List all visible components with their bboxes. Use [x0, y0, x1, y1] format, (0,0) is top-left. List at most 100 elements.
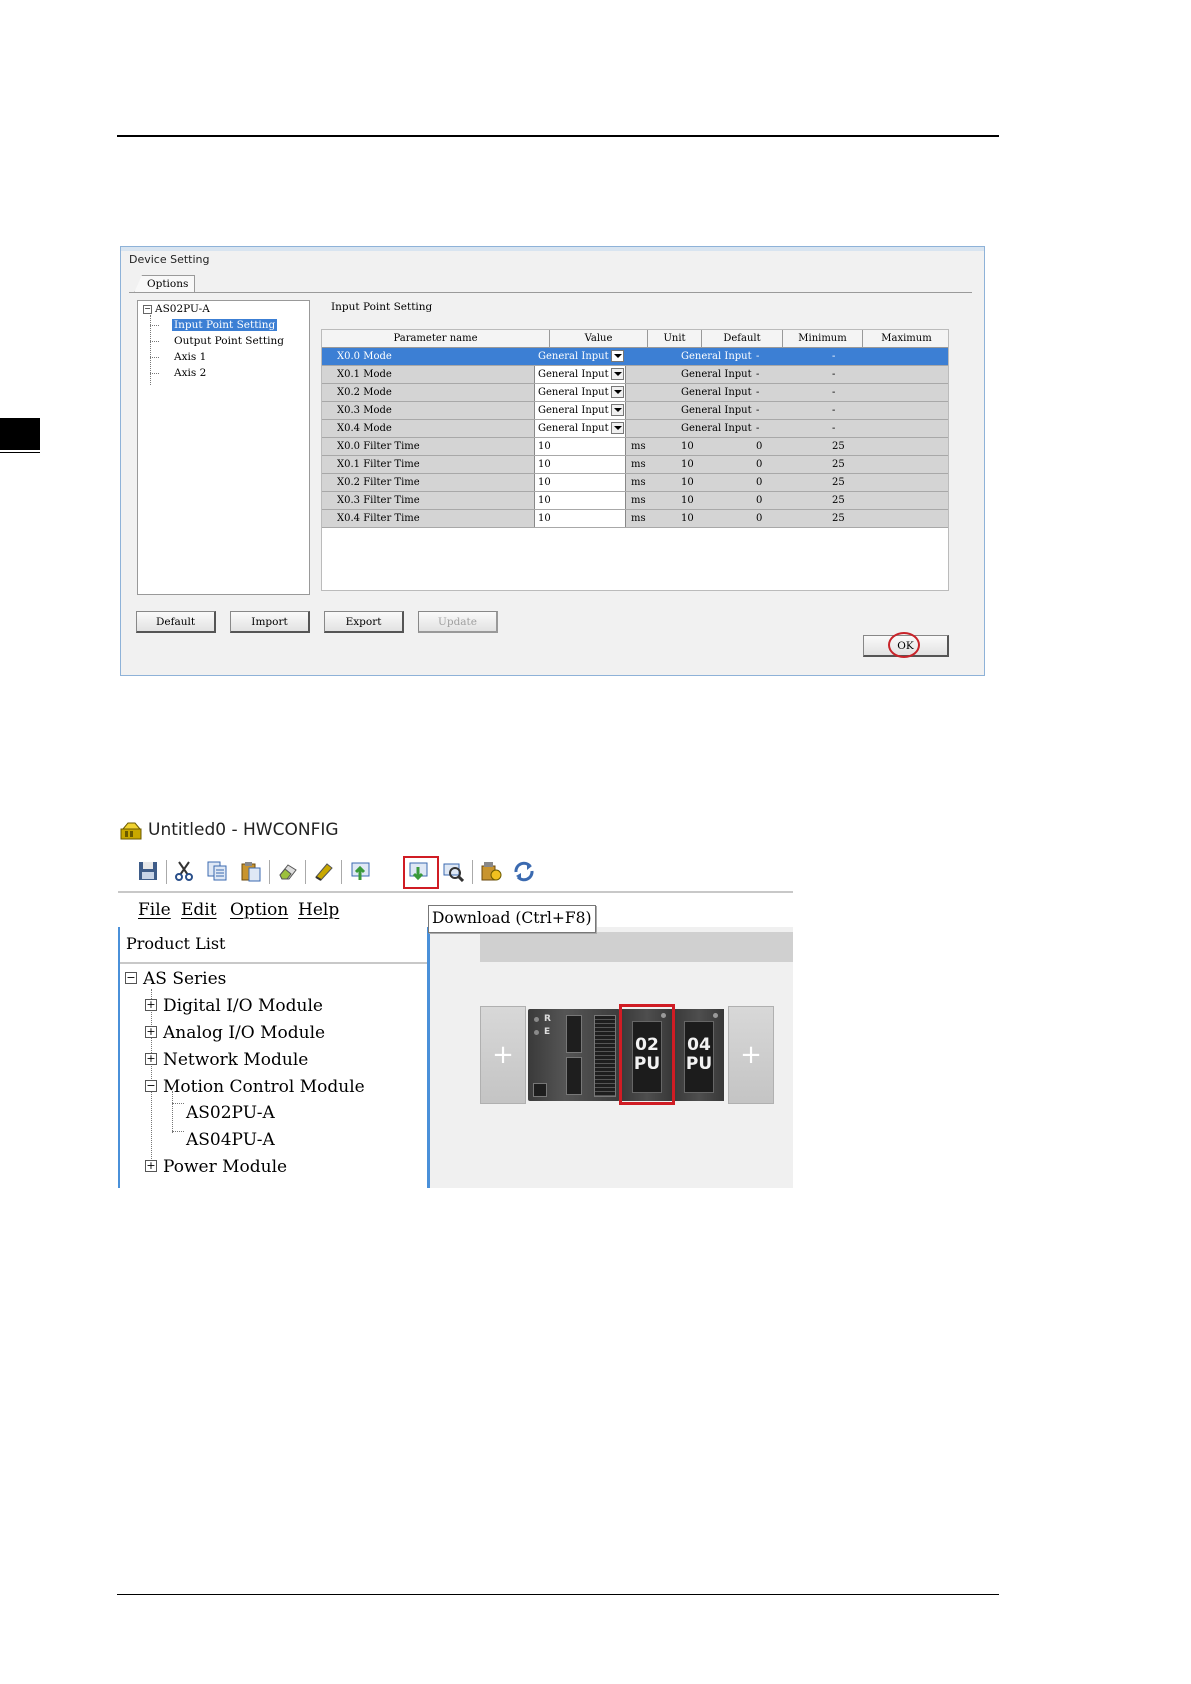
tree-item-axis-1[interactable]: Axis 1	[174, 350, 206, 364]
table-row[interactable]: X0.2 Filter Time 10 ms 10 0 25	[322, 474, 948, 492]
menu-help[interactable]: Help	[298, 900, 339, 920]
table-row[interactable]: X0.0 Mode General Input General Input - -	[322, 348, 948, 366]
tree-item-input-point-setting[interactable]: Input Point Setting	[172, 318, 278, 332]
export-button[interactable]: Export	[324, 611, 404, 633]
tab-options[interactable]: Options	[134, 275, 196, 293]
unit-cell	[628, 384, 682, 401]
table-row[interactable]: X0.1 Filter Time 10 ms 10 0 25	[322, 456, 948, 474]
eraser-icon[interactable]	[275, 858, 301, 884]
table-row[interactable]: X0.3 Mode General Input General Input - -	[322, 402, 948, 420]
minimum-cell: 0	[756, 441, 763, 452]
table-row[interactable]: X0.0 Filter Time 10 ms 10 0 25	[322, 438, 948, 456]
collapse-icon[interactable]: −	[145, 1080, 157, 1092]
default-cell: 10	[681, 477, 694, 488]
unit-cell: ms	[631, 495, 646, 506]
default-cell: General Input	[681, 369, 752, 380]
table-row[interactable]: X0.3 Filter Time 10 ms 10 0 25	[322, 492, 948, 510]
import-button[interactable]: Import	[230, 611, 310, 633]
scan-icon[interactable]	[440, 858, 466, 884]
tree-connector	[172, 1091, 173, 1133]
table-row[interactable]: X0.4 Mode General Input General Input - -	[322, 420, 948, 438]
value-cell[interactable]: General Input	[534, 366, 626, 383]
cut-icon[interactable]	[171, 858, 197, 884]
toolbar	[118, 852, 793, 888]
collapse-icon[interactable]: −	[125, 972, 137, 984]
maximum-cell: 25	[832, 441, 845, 452]
sync-icon[interactable]	[511, 858, 537, 884]
unit-cell: ms	[631, 477, 646, 488]
unit-cell	[628, 366, 682, 383]
copy-icon[interactable]	[204, 858, 230, 884]
expand-icon[interactable]: +	[145, 999, 157, 1011]
value-cell[interactable]: 10	[534, 474, 626, 491]
minimum-cell: 0	[756, 513, 763, 524]
tree-item-output-point-setting[interactable]: Output Point Setting	[174, 334, 284, 348]
paste-icon[interactable]	[238, 858, 264, 884]
value-cell[interactable]: 10	[534, 456, 626, 473]
value-cell[interactable]: General Input	[534, 348, 626, 365]
value-cell[interactable]: 10	[534, 510, 626, 527]
value-cell[interactable]: General Input	[534, 420, 626, 437]
expand-icon[interactable]: +	[145, 1053, 157, 1065]
tab-divider	[129, 292, 972, 293]
tree-item-as04pu-a[interactable]: AS04PU-A	[186, 1130, 275, 1150]
add-slot-right[interactable]: +	[728, 1006, 774, 1104]
default-cell: 10	[681, 513, 694, 524]
value-cell[interactable]: General Input	[534, 402, 626, 419]
footer-rule	[117, 1594, 999, 1595]
menu-option[interactable]: Option	[230, 900, 288, 920]
menu-file[interactable]: File	[138, 900, 171, 920]
default-cell: General Input	[681, 405, 752, 416]
default-button[interactable]: Default	[136, 611, 216, 633]
expand-icon[interactable]: +	[145, 1026, 157, 1038]
tree-item-axis-2[interactable]: Axis 2	[174, 366, 206, 380]
table-row[interactable]: X0.1 Mode General Input General Input - -	[322, 366, 948, 384]
dropdown-arrow-icon[interactable]	[611, 422, 624, 434]
cpu-label-r: R	[544, 1014, 551, 1024]
column-header-unit[interactable]: Unit	[648, 330, 702, 347]
header-rule	[117, 135, 999, 137]
status-led	[534, 1017, 539, 1022]
column-header-default[interactable]: Default	[702, 330, 783, 347]
table-row[interactable]: X0.2 Mode General Input General Input - -	[322, 384, 948, 402]
tree-item-network-module[interactable]: + Network Module	[145, 1050, 308, 1070]
dropdown-arrow-icon[interactable]	[611, 368, 624, 380]
hwconfig-app-icon	[120, 822, 142, 840]
tree-root-item[interactable]: − AS02PU-A	[143, 302, 210, 316]
column-header-parameter-name[interactable]: Parameter name	[322, 330, 550, 347]
tree-item-power-module[interactable]: + Power Module	[145, 1157, 287, 1177]
minimum-cell: -	[756, 423, 760, 434]
dropdown-arrow-icon[interactable]	[611, 350, 624, 362]
table-row[interactable]: X0.4 Filter Time 10 ms 10 0 25	[322, 510, 948, 528]
dialog-title-bar	[121, 247, 984, 251]
tree-item-as-series[interactable]: − AS Series	[125, 969, 226, 989]
parameter-name-cell: X0.0 Filter Time	[337, 441, 420, 452]
add-slot-left[interactable]: +	[480, 1006, 526, 1104]
tree-item-analog-io-module[interactable]: + Analog I/O Module	[145, 1023, 325, 1043]
toolbar-separator	[269, 860, 270, 884]
upload-icon[interactable]	[348, 858, 374, 884]
value-cell[interactable]: 10	[534, 438, 626, 455]
collapse-icon[interactable]: −	[143, 305, 152, 314]
dialog-title: Device Setting	[129, 253, 210, 266]
module-04pu[interactable]: 04 PU	[674, 1009, 724, 1101]
menu-edit[interactable]: Edit	[181, 900, 217, 920]
save-icon[interactable]	[135, 858, 161, 884]
parameter-name-cell: X0.4 Filter Time	[337, 513, 420, 524]
tree-item-motion-control-module[interactable]: − Motion Control Module	[145, 1077, 365, 1097]
expand-icon[interactable]: +	[145, 1160, 157, 1172]
tree-item-digital-io-module[interactable]: + Digital I/O Module	[145, 996, 323, 1016]
value-cell[interactable]: 10	[534, 492, 626, 509]
dropdown-arrow-icon[interactable]	[611, 404, 624, 416]
parameter-name-cell: X0.2 Mode	[337, 387, 392, 398]
cpu-module[interactable]: R E	[528, 1009, 620, 1101]
dropdown-arrow-icon[interactable]	[611, 386, 624, 398]
column-header-value[interactable]: Value	[550, 330, 648, 347]
column-header-maximum[interactable]: Maximum	[863, 330, 948, 347]
settings-icon[interactable]	[478, 858, 504, 884]
maximum-cell: 25	[832, 459, 845, 470]
column-header-minimum[interactable]: Minimum	[783, 330, 863, 347]
online-icon[interactable]	[311, 858, 337, 884]
tree-item-as02pu-a[interactable]: AS02PU-A	[186, 1103, 275, 1123]
value-cell[interactable]: General Input	[534, 384, 626, 401]
